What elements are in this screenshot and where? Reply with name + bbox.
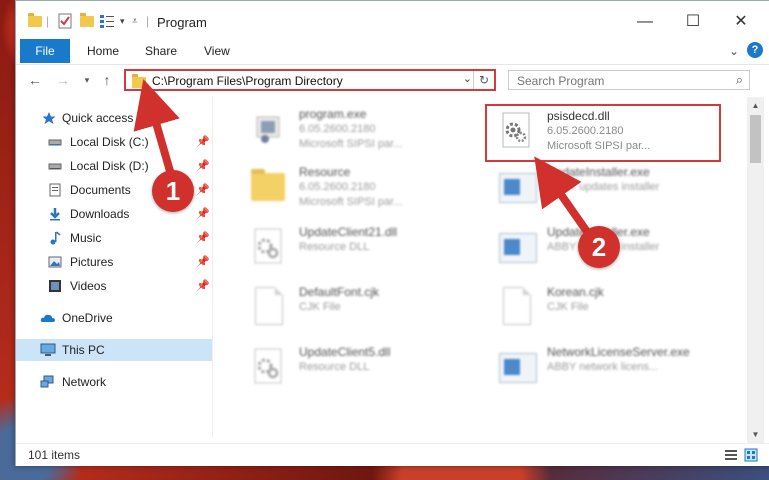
- arrow-2: [534, 156, 594, 240]
- arrow-1: [133, 78, 180, 182]
- annotation-badge-2: 2: [578, 226, 620, 268]
- annotation-badge-1: 1: [152, 170, 194, 212]
- annotation-arrows: [133, 78, 594, 240]
